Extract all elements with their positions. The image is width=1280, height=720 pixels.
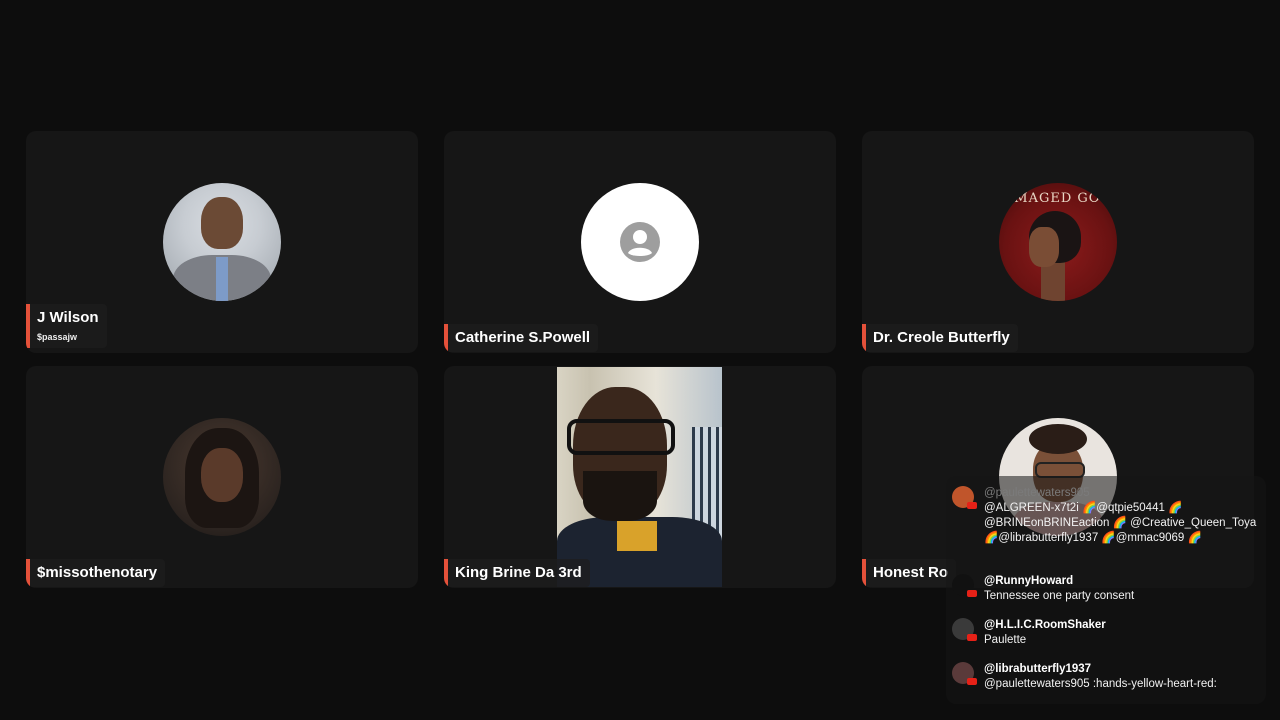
participant-name: $missothenotary <box>37 564 158 581</box>
name-tag: $missothenotary <box>26 559 166 587</box>
name-tag: Honest Ro <box>862 559 956 587</box>
chat-avatar <box>952 662 977 685</box>
chat-text: Paulette <box>984 634 1027 646</box>
chat-username: @librabutterfly1937 <box>984 663 1092 675</box>
name-tag: Catherine S.Powell <box>444 324 599 352</box>
avatar: AMAGED GOO <box>999 183 1117 301</box>
chat-avatar <box>952 486 977 509</box>
participant-tile-j-wilson[interactable]: J Wilson $passajw <box>26 131 418 353</box>
participant-name: King Brine Da 3rd <box>455 564 582 581</box>
avatar <box>163 418 281 536</box>
youtube-icon <box>967 634 977 641</box>
name-tag: King Brine Da 3rd <box>444 559 590 587</box>
chat-avatar <box>952 618 977 641</box>
chat-username: @paulettewaters905 <box>984 487 1090 499</box>
chat-text: Tennessee one party consent <box>984 590 1135 602</box>
chat-avatar <box>952 574 977 597</box>
participant-tile-missothenotary[interactable]: $missothenotary <box>26 366 418 588</box>
name-tag: Dr. Creole Butterfly <box>862 324 1018 352</box>
avatar-text: AMAGED GOO <box>1003 191 1113 206</box>
participant-name: Catherine S.Powell <box>455 329 591 346</box>
participant-handle: $passajw <box>37 332 78 342</box>
participant-name: J Wilson <box>37 309 99 326</box>
chat-message: @H.L.I.C.RoomShaker Paulette <box>952 618 1260 648</box>
participant-tile-catherine[interactable]: Catherine S.Powell <box>444 131 836 353</box>
chat-message: @paulettewaters905 @ALGREEN-x7t2i 🌈@qtpi… <box>952 486 1260 546</box>
chat-message: @librabutterfly1937 @paulettewaters905 :… <box>952 662 1260 692</box>
avatar <box>163 183 281 301</box>
name-tag: J Wilson $passajw <box>26 304 107 348</box>
chat-text: @paulettewaters905 :hands-yellow-heart-r… <box>984 678 1217 690</box>
youtube-icon <box>967 590 977 597</box>
chat-message: @RunnyHoward Tennessee one party consent <box>952 574 1260 604</box>
youtube-icon <box>967 678 977 685</box>
participant-tile-creole-butterfly[interactable]: AMAGED GOO Dr. Creole Butterfly <box>862 131 1254 353</box>
chat-username: @H.L.I.C.RoomShaker <box>984 619 1106 631</box>
participant-name: Honest Ro <box>873 564 948 581</box>
user-circle-icon <box>620 222 660 262</box>
chat-text: @ALGREEN-x7t2i 🌈@qtpie50441 🌈 @BRINEonBR… <box>984 502 1257 544</box>
chat-overlay: @paulettewaters905 @ALGREEN-x7t2i 🌈@qtpi… <box>946 476 1266 704</box>
video-feed <box>557 367 722 587</box>
chat-username: @RunnyHoward <box>984 575 1074 587</box>
avatar <box>581 183 699 301</box>
participant-tile-king-brine[interactable]: King Brine Da 3rd <box>444 366 836 588</box>
participant-name: Dr. Creole Butterfly <box>873 329 1010 346</box>
youtube-icon <box>967 502 977 509</box>
